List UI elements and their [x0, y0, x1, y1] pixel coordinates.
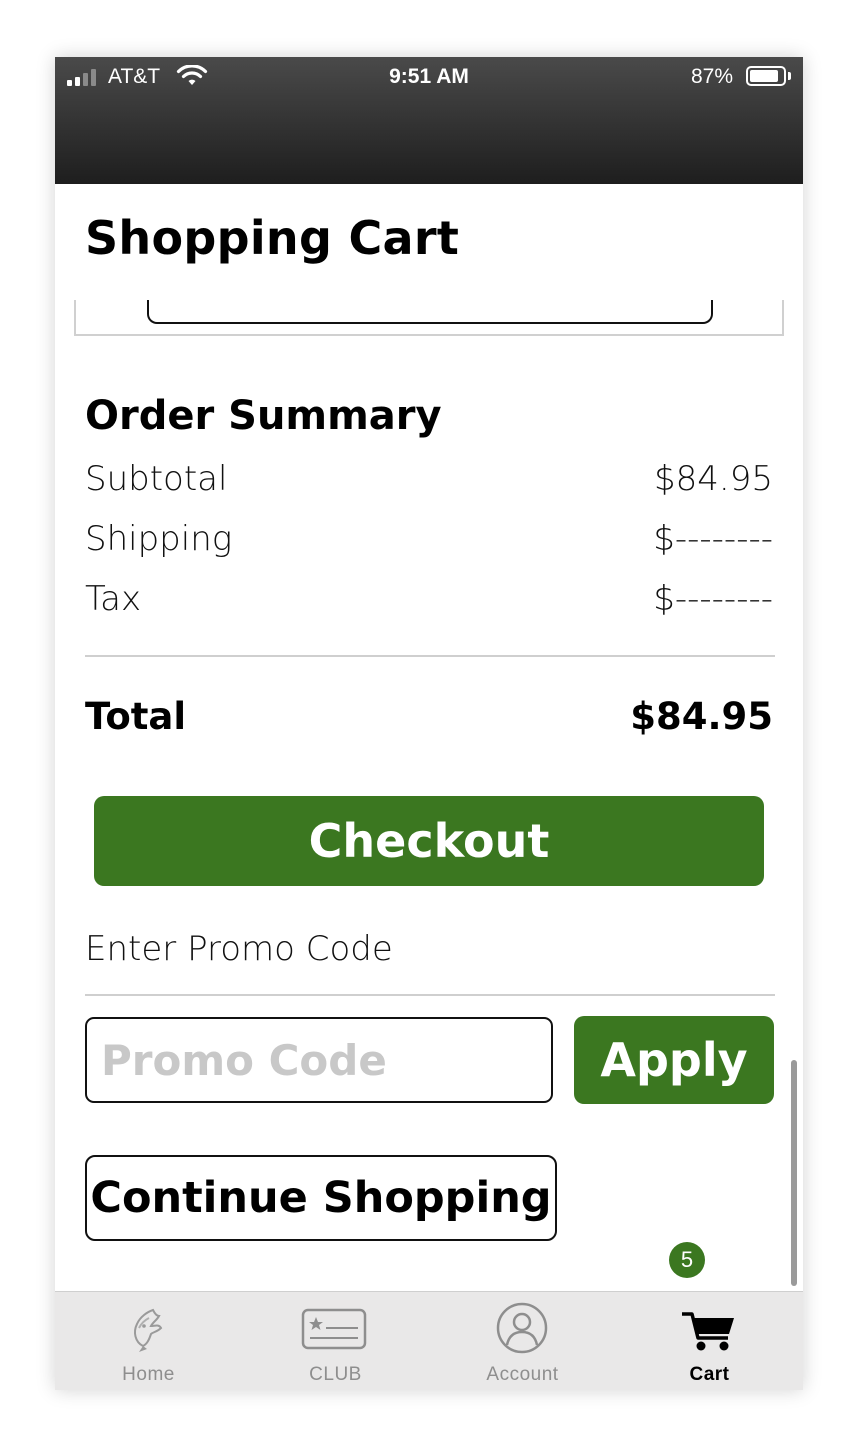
tab-account[interactable]: Account	[429, 1292, 616, 1390]
tab-cart-label: Cart	[689, 1364, 730, 1385]
tab-club[interactable]: CLUB	[242, 1292, 429, 1390]
tax-row: Tax $--------	[85, 579, 773, 619]
tax-label: Tax	[85, 579, 142, 619]
total-label: Total	[85, 695, 187, 738]
tab-club-label: CLUB	[309, 1364, 362, 1385]
cart-item-card[interactable]	[147, 300, 713, 324]
shipping-label: Shipping	[85, 519, 233, 559]
club-card-icon	[301, 1308, 367, 1350]
cart-count-badge: 5	[669, 1242, 705, 1278]
battery-percentage: 87%	[691, 65, 734, 88]
tab-home-label: Home	[122, 1364, 175, 1385]
promo-code-label: Enter Promo Code	[85, 929, 393, 969]
total-value: $84.95	[630, 695, 773, 738]
checkout-button[interactable]: Checkout	[94, 796, 764, 886]
order-summary-title: Order Summary	[85, 393, 442, 439]
tab-bar: Home CLUB Account Cart	[55, 1291, 803, 1390]
account-icon	[496, 1302, 548, 1354]
subtotal-label: Subtotal	[85, 459, 228, 499]
page-title: Shopping Cart	[85, 211, 460, 265]
battery-tip	[788, 72, 791, 80]
cart-items-container	[74, 300, 784, 336]
subtotal-value: $84.95	[654, 459, 773, 499]
shipping-value: $--------	[653, 519, 773, 559]
battery-icon	[746, 66, 786, 86]
tab-home[interactable]: Home	[55, 1292, 242, 1390]
apply-promo-button[interactable]: Apply	[574, 1016, 774, 1104]
tab-cart[interactable]: Cart	[616, 1292, 803, 1390]
scrollbar[interactable]	[791, 1060, 797, 1286]
shipping-row: Shipping $--------	[85, 519, 773, 559]
continue-shopping-button[interactable]: Continue Shopping	[85, 1155, 557, 1241]
bass-fish-icon	[134, 1308, 163, 1352]
status-bar: AT&T 9:51 AM 87%	[55, 57, 803, 184]
total-row: Total $84.95	[85, 695, 773, 738]
promo-code-input[interactable]	[85, 1017, 553, 1103]
subtotal-row: Subtotal $84.95	[85, 459, 773, 499]
tax-value: $--------	[653, 579, 773, 619]
promo-divider	[85, 994, 775, 996]
tab-account-label: Account	[486, 1364, 559, 1385]
cart-icon	[682, 1312, 734, 1351]
phone-screen: AT&T 9:51 AM 87% Shopping Cart Order Sum…	[55, 57, 803, 1390]
summary-divider	[85, 655, 775, 657]
